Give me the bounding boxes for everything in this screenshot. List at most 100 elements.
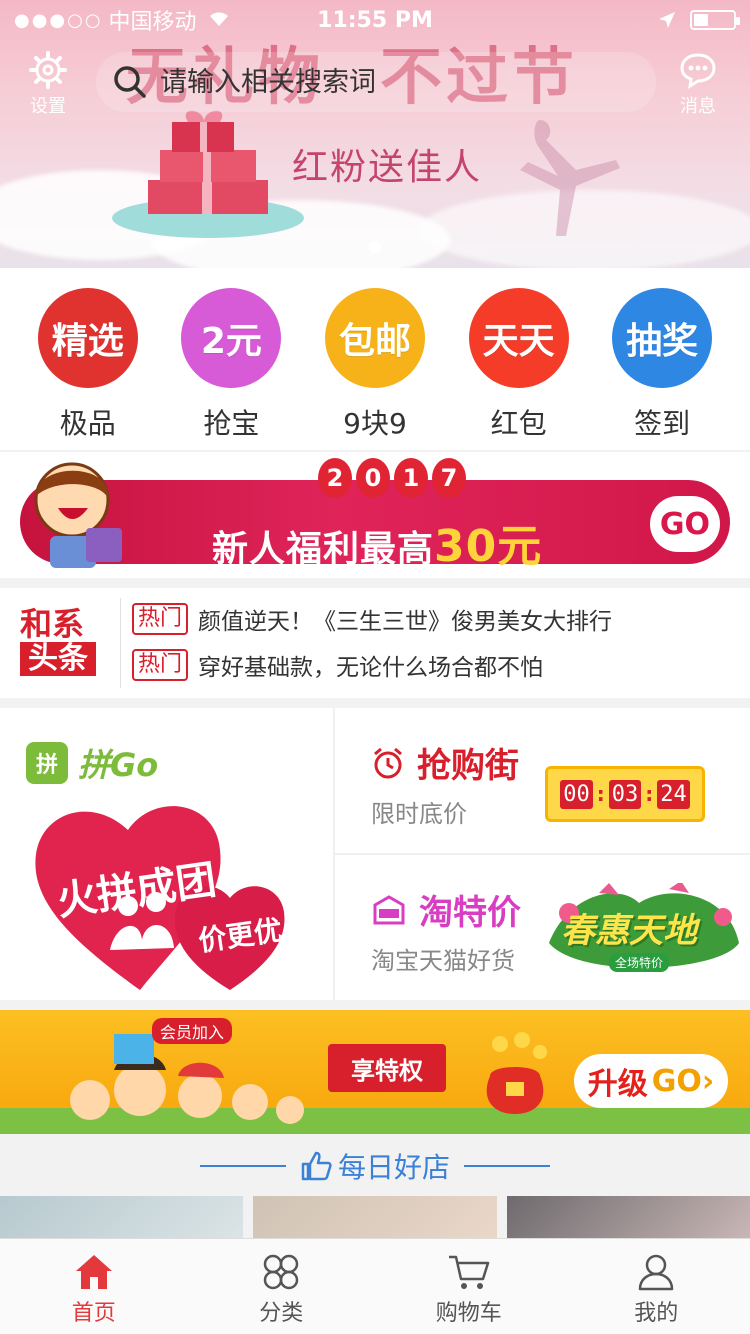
quick-entry-circle: 精选: [37, 288, 138, 388]
member-join-tag: 会员加入: [152, 1018, 233, 1044]
news-item[interactable]: 热门 颜值逆天！《三生三世》俊男美女大排行: [132, 602, 612, 636]
shopping-cart-icon: [448, 1255, 489, 1289]
user-profile-icon: [639, 1254, 674, 1291]
settings-label: 设置: [30, 96, 66, 117]
year-balloons: 2 0 1 7: [318, 458, 466, 498]
hexi-news-logo: 和系 头条: [20, 606, 100, 676]
new-user-promo-banner[interactable]: 2 0 1 7 新人福利最高30元 GO: [0, 452, 750, 578]
bottom-tab-bar: 首页 分类 购物车 我的: [0, 1238, 750, 1334]
pingo-name: 拼Go: [78, 746, 159, 784]
flash-sale-card[interactable]: 抢购街 限时底价 00 : 03 : 24: [335, 708, 750, 853]
news-text: 穿好基础款，无论什么场合都不怕: [198, 655, 544, 681]
search-icon: [114, 66, 146, 98]
search-input[interactable]: [160, 66, 600, 98]
quick-entry-label: 9块9: [343, 407, 407, 440]
upgrade-go-button[interactable]: 升级 GO›: [574, 1054, 728, 1108]
hot-tag: 热门: [132, 649, 189, 681]
carousel-indicator[interactable]: [369, 241, 381, 253]
countdown-timer: 00 : 03 : 24: [545, 766, 705, 822]
tab-label: 分类: [259, 1301, 304, 1326]
money-bag-icon: [486, 1032, 547, 1114]
dancer-silhouette: [520, 120, 620, 236]
spring-art-text: 春惠天地: [561, 911, 697, 951]
shop-card[interactable]: [0, 1196, 244, 1240]
countdown-minutes: 03: [608, 779, 642, 809]
tab-label: 我的: [634, 1301, 679, 1326]
divider: [464, 1165, 550, 1167]
headline-news: 和系 头条 热门 颜值逆天！《三生三世》俊男美女大排行 热门 穿好基础款，无论什…: [0, 588, 750, 698]
countdown-seconds: 24: [657, 779, 690, 809]
shop-cards-row: [0, 1196, 750, 1240]
search-bar[interactable]: [96, 52, 656, 112]
quick-entry-label: 红包: [490, 407, 547, 440]
tab-profile[interactable]: 我的: [563, 1239, 750, 1334]
quick-entry-row: 精选 极品 2元 抢宝 包邮 9块9 天天 红包 抽奖 签到: [0, 268, 750, 450]
promo-text-main: 新人福利最高: [212, 529, 435, 570]
flash-sale-subtitle: 限时底价: [371, 800, 467, 828]
quick-entry-baoyou[interactable]: 包邮 9块9: [320, 288, 430, 450]
spring-promo-art: 春惠天地 全场特价: [539, 881, 745, 979]
quick-entry-label: 抢宝: [203, 407, 260, 440]
promo-amount: 30元: [434, 521, 543, 572]
pingo-icon: 拼: [26, 742, 68, 784]
quick-entry-choujiang[interactable]: 抽奖 签到: [607, 288, 717, 450]
tab-category[interactable]: 分类: [188, 1239, 376, 1334]
quick-entry-label: 签到: [634, 407, 691, 440]
tab-label: 购物车: [435, 1301, 502, 1326]
taote-title-text: 淘特价: [419, 893, 521, 933]
divider: [199, 1165, 286, 1167]
upgrade-go-label: GO›: [651, 1063, 715, 1099]
feature-grid: 拼 拼Go 火拼成团 价更优 抢购街 限时底价 00 : 03 : 24 淘特价…: [0, 708, 750, 1000]
top-bar: 设置 消息: [0, 40, 750, 128]
vip-upgrade-banner[interactable]: 会员加入 享特权 升级 GO›: [0, 1010, 750, 1134]
quick-entry-circle: 天天: [468, 288, 569, 388]
privilege-ribbon: 享特权: [328, 1044, 446, 1092]
thumbs-up-icon: [301, 1151, 332, 1181]
promo-go-button[interactable]: GO: [650, 496, 720, 552]
chat-bubble-icon: [680, 53, 716, 89]
daily-stores-title: 每日好店: [300, 1146, 450, 1186]
gear-icon: [29, 51, 67, 89]
daily-stores-title-text: 每日好店: [337, 1151, 450, 1184]
taote-discount-card[interactable]: 淘特价 淘宝天猫好货 春惠天地 全场特价: [335, 855, 750, 1000]
daily-stores-header: 每日好店: [0, 1134, 750, 1198]
pingo-logo: 拼 拼Go: [26, 740, 158, 786]
tab-label: 首页: [71, 1301, 116, 1326]
kids-crowd-illustration: [70, 1034, 304, 1124]
shop-card[interactable]: [506, 1196, 750, 1240]
quick-entry-circle: 抽奖: [612, 288, 713, 388]
balloon: 1: [394, 458, 428, 498]
shop-card[interactable]: [253, 1196, 497, 1240]
clock: 11:55 PM: [317, 7, 433, 33]
messages-label: 消息: [680, 96, 716, 117]
spring-art-subtext: 全场特价: [609, 953, 670, 972]
pingo-group-buy-card[interactable]: 拼 拼Go 火拼成团 价更优: [0, 708, 333, 1000]
balloon: 0: [356, 458, 390, 498]
battery-icon: [690, 10, 740, 30]
quick-entry-2yuan[interactable]: 2元 抢宝: [176, 288, 286, 450]
alarm-clock-icon: [374, 747, 402, 778]
category-grid-icon: [264, 1254, 299, 1290]
tab-cart[interactable]: 购物车: [375, 1239, 563, 1334]
countdown-hours: 00: [560, 779, 593, 809]
hero-banner[interactable]: 无礼物 不过节 红粉送佳人 ●●●○○ 中国移动 11:55 PM 设置 请输入…: [0, 0, 750, 268]
news-logo-line1: 和系: [20, 605, 85, 643]
news-logo-line2: 头条: [20, 642, 96, 676]
countdown-hanger: [625, 736, 627, 738]
flash-sale-title-text: 抢购街: [417, 746, 519, 786]
home-icon: [75, 1255, 112, 1289]
news-text: 颜值逆天！《三生三世》俊男美女大排行: [198, 609, 613, 635]
quick-entry-tiantian[interactable]: 天天 红包: [464, 288, 574, 450]
hot-tag: 热门: [132, 603, 189, 635]
divider: [120, 598, 121, 688]
cartoon-girl-illustration: [34, 462, 122, 568]
upgrade-label: 升级: [587, 1067, 648, 1102]
tab-home[interactable]: 首页: [0, 1239, 188, 1334]
quick-entry-circle: 包邮: [324, 288, 425, 388]
flash-sale-title: 抢购街: [371, 738, 519, 787]
status-bar: ●●●○○ 中国移动 11:55 PM: [0, 0, 750, 40]
settings-button[interactable]: 设置: [8, 50, 88, 118]
news-item[interactable]: 热门 穿好基础款，无论什么场合都不怕: [132, 648, 543, 682]
quick-entry-jingxuan[interactable]: 精选 极品: [33, 288, 143, 450]
messages-button[interactable]: 消息: [658, 50, 738, 118]
